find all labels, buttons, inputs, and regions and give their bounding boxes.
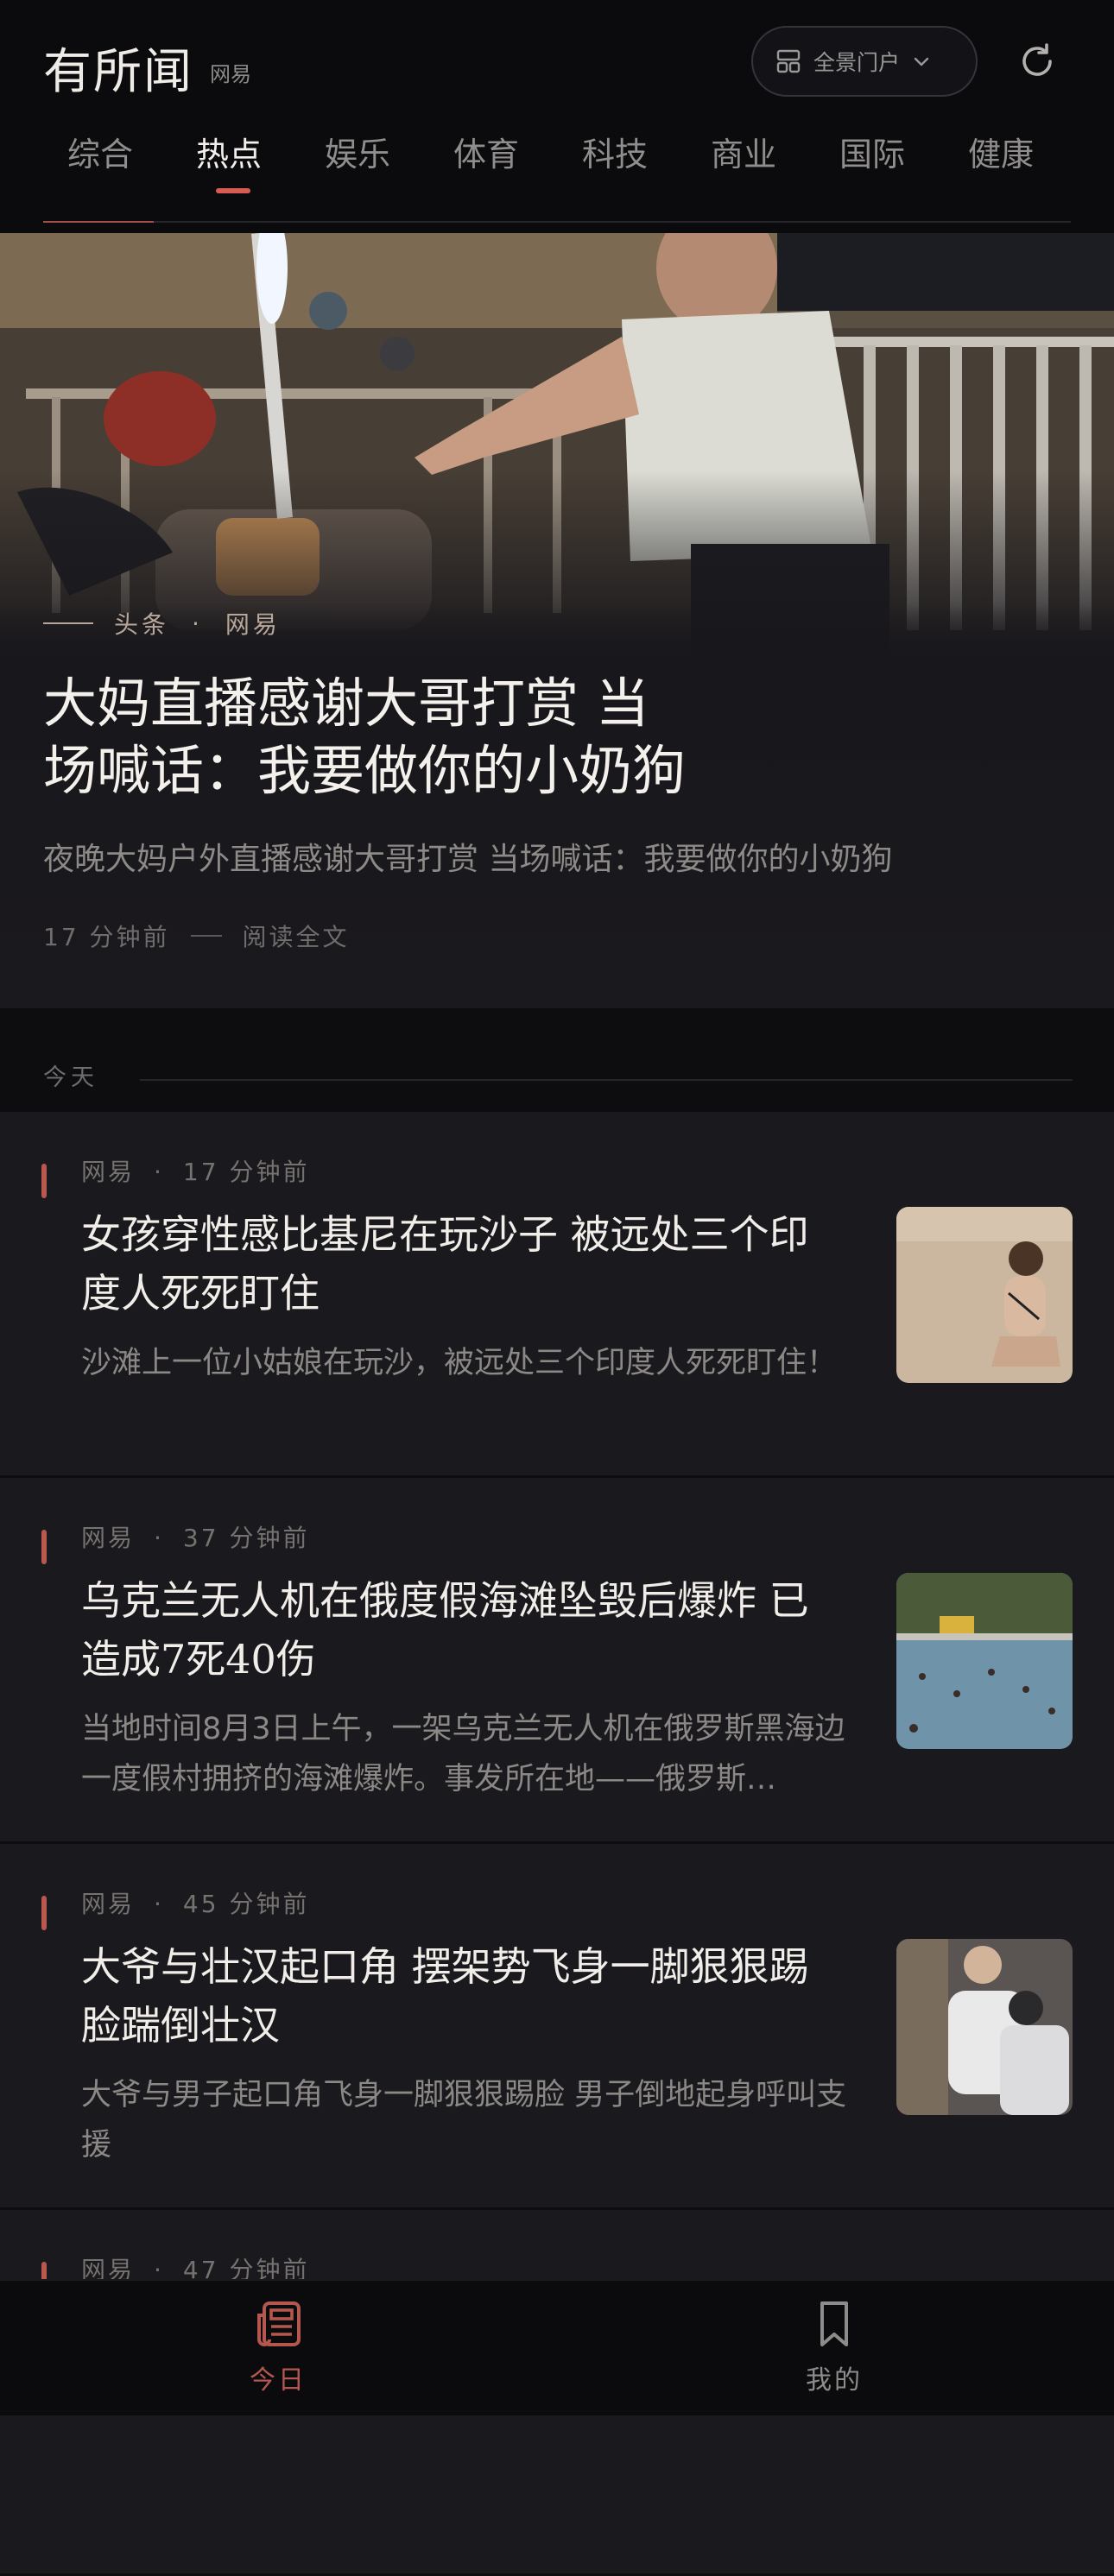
item-summary: 当地时间8月3日上午，一架乌克兰无人机在俄罗斯黑海边一度假村拥挤的海滩爆炸。事发… [81,1712,845,1796]
app-brand: 有所闻 [43,44,193,100]
news-item[interactable]: 网易 · 37 分钟前 乌克兰无人机在俄度假海滩坠毁后爆炸 已造成7死40伤 当地时… [0,1478,1114,1844]
brand-source: 网易 [210,62,251,86]
item-meta: 网易 · 45 分钟前 [81,1890,310,1918]
tab-keji[interactable]: 科技 [582,128,648,175]
item-accent-bar [41,1164,47,1198]
app-header: 有所闻 网易 全景门户 综合 热点 娱乐 体育 科技 商业 国际 健康 [0,0,1114,233]
today-divider [140,1079,1073,1081]
nav-mine[interactable]: 我的 [748,2298,921,2396]
tab-yule[interactable]: 娱乐 [325,128,390,175]
item-summary: 沙滩上一位小姑娘在玩沙，被远处三个印度人死死盯住！ [81,1346,838,1380]
bottom-navigation: 今日 我的 [0,2279,1114,2415]
item-accent-bar [41,1530,47,1564]
item-title: 乌克兰无人机在俄度假海滩坠毁后爆炸 已造成7死40伤 [81,1577,809,1683]
tab-zonghe[interactable]: 综合 [67,128,133,175]
today-section-label: 今天 [43,1064,98,1091]
tab-shangye[interactable]: 商业 [711,128,776,175]
item-thumbnail [896,1207,1073,1383]
nav-today-label: 今日 [250,2365,307,2396]
news-item[interactable]: 网易 · 17 分钟前 女孩穿性感比基尼在玩沙子 被远处三个印度人死死盯住 沙滩上一… [0,1112,1114,1478]
read-full-link[interactable]: 阅读全文 [243,919,350,953]
portal-selector[interactable]: 全景门户 [751,26,978,97]
active-tab-indicator [216,188,250,193]
tab-tiyu[interactable]: 体育 [453,128,519,175]
headline-meta: 头条 · 网易 [43,606,281,641]
chevron-down-icon [914,57,929,66]
tab-guoji[interactable]: 国际 [839,128,905,175]
item-title: 大爷与壮汉起口角 摆架势飞身一脚狠狠踢脸踹倒壮汉 [81,1943,809,2049]
portal-label: 全景门户 [813,50,901,75]
headline-tag: 头条 [114,610,170,639]
item-meta: 网易 · 17 分钟前 [81,1158,310,1186]
newspaper-icon [257,2301,301,2346]
item-accent-bar [41,1896,47,1930]
item-title: 女孩穿性感比基尼在玩沙子 被远处三个印度人死死盯住 [81,1211,809,1316]
headline-time: 17 分钟前 [43,923,170,951]
headline-source: 网易 [225,610,281,639]
tab-redian[interactable]: 热点 [196,128,262,175]
item-summary: 大爷与男子起口角飞身一脚狠狠踢脸 男子倒地起身呼叫支援 [81,2078,847,2162]
item-meta: 网易 · 37 分钟前 [81,1524,310,1552]
nav-today[interactable]: 今日 [192,2298,364,2396]
news-item[interactable]: 网易 · 45 分钟前 大爷与壮汉起口角 摆架势飞身一脚狠狠踢脸踹倒壮汉 大爷与男子… [0,1844,1114,2210]
tab-jiankang[interactable]: 健康 [968,128,1034,175]
nav-mine-label: 我的 [806,2365,863,2396]
headline-title[interactable]: 大妈直播感谢大哥打赏 当 场喊话：我要做你的小奶狗 [43,670,993,805]
refresh-icon[interactable] [1016,40,1059,83]
headline-footer: 17 分钟前 阅读全文 [43,919,350,953]
hero-image[interactable] [0,233,1114,665]
tabs-divider [43,221,1071,223]
headline-summary: 夜晚大妈户外直播感谢大哥打赏 当场喊话：我要做你的小奶狗 [43,842,893,877]
item-thumbnail [896,1939,1073,2115]
bookmark-icon [820,2301,848,2346]
item-thumbnail [896,1573,1073,1749]
layout-grid-icon [776,49,801,73]
category-tabs: 综合 热点 娱乐 体育 科技 商业 国际 健康 [43,128,1114,197]
